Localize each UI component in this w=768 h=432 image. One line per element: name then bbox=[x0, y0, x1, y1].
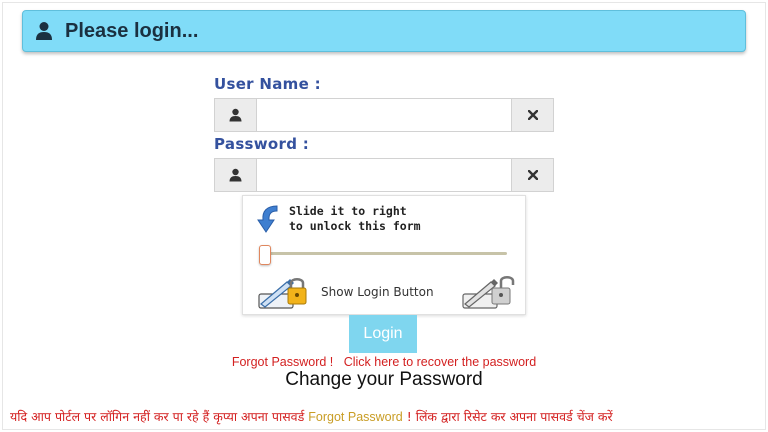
notice-text-part2: ! लिंक द्वारा रिसेट कर अपना पासवर्ड चेंज… bbox=[402, 409, 613, 424]
user-icon bbox=[229, 168, 242, 182]
slider-track[interactable] bbox=[261, 252, 507, 255]
unlock-slider-panel: Slide it to right to unlock this form Sh… bbox=[242, 195, 526, 315]
forgot-password-line: Forgot Password ! Click here to recover … bbox=[0, 355, 768, 369]
locked-padlock-icon bbox=[258, 278, 307, 309]
login-header: Please login... bbox=[22, 10, 746, 52]
notice-forgot-password-link[interactable]: Forgot Password bbox=[308, 410, 402, 424]
user-icon bbox=[229, 108, 242, 122]
username-input[interactable] bbox=[256, 98, 512, 132]
login-button[interactable]: Login bbox=[349, 315, 417, 353]
slide-hint-text: Slide it to right to unlock this form bbox=[289, 204, 421, 233]
username-field-group bbox=[214, 98, 554, 132]
close-icon bbox=[527, 110, 538, 120]
close-icon bbox=[527, 170, 538, 180]
username-user-addon bbox=[214, 98, 256, 132]
recover-password-link[interactable]: Click here to recover the password bbox=[344, 355, 536, 369]
show-login-text: Show Login Button bbox=[321, 285, 434, 299]
curved-arrow-down-icon bbox=[257, 205, 278, 233]
slide-hint: Slide it to right to unlock this form bbox=[255, 204, 421, 234]
password-field-group bbox=[214, 158, 554, 192]
page-title: Please login... bbox=[65, 19, 199, 42]
slider-handle[interactable] bbox=[259, 245, 271, 265]
unlocked-padlock-icon bbox=[462, 276, 515, 309]
username-clear-button[interactable] bbox=[512, 98, 554, 132]
user-icon bbox=[36, 22, 52, 40]
password-user-addon bbox=[214, 158, 256, 192]
username-label: User Name : bbox=[214, 75, 321, 93]
forgot-password-prefix: Forgot Password ! bbox=[231, 355, 334, 369]
notice-text-part1: यदि आप पोर्टल पर लॉगिन नहीं कर पा रहे है… bbox=[10, 409, 309, 424]
change-password-link[interactable]: Change your Password bbox=[0, 369, 768, 391]
password-label: Password : bbox=[214, 135, 310, 153]
hindi-notice: यदि आप पोर्टल पर लॉगिन नहीं कर पा रहे है… bbox=[10, 408, 613, 425]
password-input[interactable] bbox=[256, 158, 512, 192]
password-clear-button[interactable] bbox=[512, 158, 554, 192]
